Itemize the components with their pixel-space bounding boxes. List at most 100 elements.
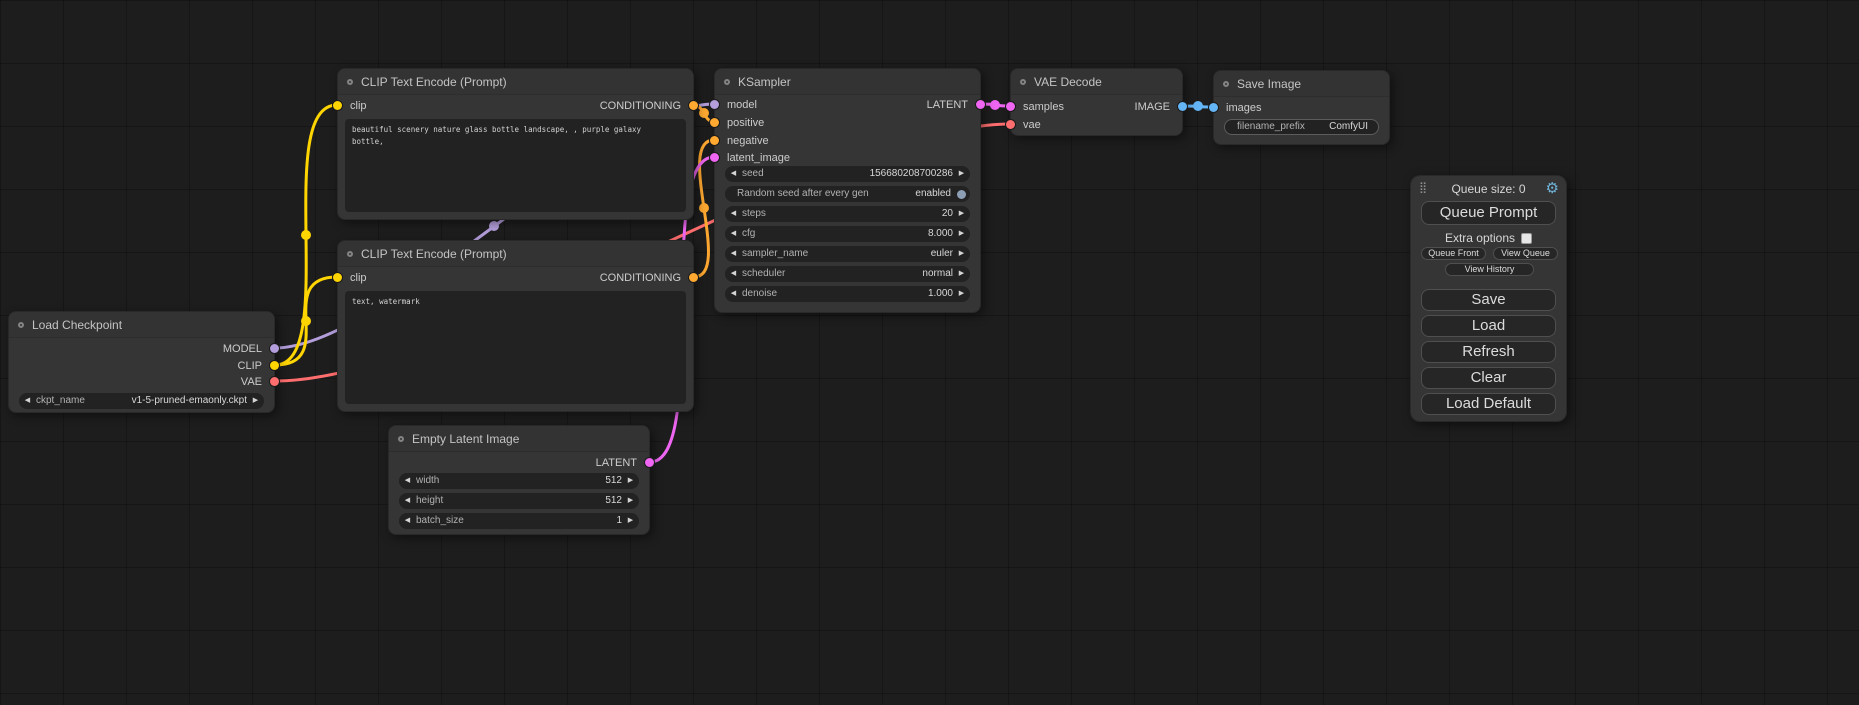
decrement-arrow-icon[interactable]: ◀ [19,393,36,409]
increment-arrow-icon[interactable]: ▶ [622,493,639,509]
node-vae-decode[interactable]: VAE Decode samples vae IMAGE [1010,68,1183,136]
collapse-dot-icon[interactable] [347,79,353,85]
load-button[interactable]: Load [1421,315,1556,337]
input-label: vae [1023,119,1041,131]
collapse-dot-icon[interactable] [1020,79,1026,85]
decrement-arrow-icon[interactable]: ◀ [725,266,742,282]
increment-arrow-icon[interactable]: ▶ [953,266,970,282]
conditioning-output-port[interactable] [689,273,698,282]
collapse-dot-icon[interactable] [18,322,24,328]
node-save-image[interactable]: Save Image images filename_prefix ComfyU… [1213,70,1390,145]
latent-output-port[interactable] [976,100,985,109]
cfg-widget[interactable]: ◀ cfg 8.000 ▶ [725,226,970,242]
increment-arrow-icon[interactable]: ▶ [247,393,264,409]
height-widget[interactable]: ◀ height 512 ▶ [399,493,639,509]
node-title-bar[interactable]: Load Checkpoint [9,312,274,338]
settings-gear-icon[interactable]: ⚙ [1546,179,1559,197]
node-title-bar[interactable]: Save Image [1214,71,1389,97]
input-label: images [1226,102,1261,114]
vae-input-port[interactable] [1006,120,1015,129]
output-label: CONDITIONING [600,100,681,112]
decrement-arrow-icon[interactable]: ◀ [725,246,742,262]
widget-value: 8.000 [928,226,953,242]
node-clip-text-encode-negative[interactable]: CLIP Text Encode (Prompt) clip CONDITION… [337,240,694,412]
latent-image-input-port[interactable] [710,153,719,162]
prompt-textarea[interactable]: text, watermark [345,291,686,404]
decrement-arrow-icon[interactable]: ◀ [725,226,742,242]
model-input-port[interactable] [710,100,719,109]
input-label: model [727,99,757,111]
clip-output-port[interactable] [270,361,279,370]
collapse-dot-icon[interactable] [347,251,353,257]
node-title-bar[interactable]: CLIP Text Encode (Prompt) [338,241,693,267]
node-title-bar[interactable]: KSampler [715,69,980,95]
steps-widget[interactable]: ◀ steps 20 ▶ [725,206,970,222]
increment-arrow-icon[interactable]: ▶ [953,166,970,182]
seed-widget[interactable]: ◀ seed 156680208700286 ▶ [725,166,970,182]
node-clip-text-encode-positive[interactable]: CLIP Text Encode (Prompt) clip CONDITION… [337,68,694,220]
node-title: Load Checkpoint [32,318,122,332]
negative-input-port[interactable] [710,136,719,145]
view-queue-button[interactable]: View Queue [1493,247,1558,260]
save-button[interactable]: Save [1421,289,1556,311]
denoise-widget[interactable]: ◀ denoise 1.000 ▶ [725,286,970,302]
clear-button[interactable]: Clear [1421,367,1556,389]
latent-output-port[interactable] [645,458,654,467]
image-output-port[interactable] [1178,102,1187,111]
widget-value: normal [922,266,953,282]
scheduler-widget[interactable]: ◀ scheduler normal ▶ [725,266,970,282]
increment-arrow-icon[interactable]: ▶ [622,513,639,529]
collapse-dot-icon[interactable] [398,436,404,442]
extra-options-label: Extra options [1445,231,1515,245]
node-load-checkpoint[interactable]: Load Checkpoint MODEL CLIP VAE ◀ ckpt_na… [8,311,275,413]
width-widget[interactable]: ◀ width 512 ▶ [399,473,639,489]
increment-arrow-icon[interactable]: ▶ [953,226,970,242]
load-default-button[interactable]: Load Default [1421,393,1556,415]
node-title-bar[interactable]: CLIP Text Encode (Prompt) [338,69,693,95]
decrement-arrow-icon[interactable]: ◀ [399,473,416,489]
widget-value: euler [931,246,953,262]
node-title-bar[interactable]: VAE Decode [1011,69,1182,95]
node-ksampler[interactable]: KSampler model positive negative latent_… [714,68,981,313]
images-input-port[interactable] [1209,103,1218,112]
node-graph-canvas[interactable]: Load Checkpoint MODEL CLIP VAE ◀ ckpt_na… [0,0,1859,705]
widget-value: 512 [605,473,622,489]
increment-arrow-icon[interactable]: ▶ [622,473,639,489]
ckpt-name-widget[interactable]: ◀ ckpt_name v1-5-pruned-emaonly.ckpt ▶ [19,393,264,409]
decrement-arrow-icon[interactable]: ◀ [725,286,742,302]
link-midpoint-dot [990,100,1000,110]
queue-size-label: Queue size: 0 [1411,182,1566,196]
queue-front-button[interactable]: Queue Front [1421,247,1486,260]
vae-output-port[interactable] [270,377,279,386]
node-title-bar[interactable]: Empty Latent Image [389,426,649,452]
prompt-textarea[interactable]: beautiful scenery nature glass bottle la… [345,119,686,212]
widget-value: 20 [942,206,953,222]
node-title: KSampler [738,75,791,89]
refresh-button[interactable]: Refresh [1421,341,1556,363]
view-history-button[interactable]: View History [1445,263,1534,276]
clip-input-port[interactable] [333,273,342,282]
node-empty-latent-image[interactable]: Empty Latent Image LATENT ◀ width 512 ▶ … [388,425,650,535]
increment-arrow-icon[interactable]: ▶ [953,246,970,262]
collapse-dot-icon[interactable] [724,79,730,85]
queue-prompt-button[interactable]: Queue Prompt [1421,201,1556,225]
filename-prefix-widget[interactable]: filename_prefix ComfyUI [1224,119,1379,135]
decrement-arrow-icon[interactable]: ◀ [725,166,742,182]
random-seed-toggle-widget[interactable]: Random seed after every gen enabled [725,186,970,202]
collapse-dot-icon[interactable] [1223,81,1229,87]
decrement-arrow-icon[interactable]: ◀ [399,513,416,529]
sampler-name-widget[interactable]: ◀ sampler_name euler ▶ [725,246,970,262]
samples-input-port[interactable] [1006,102,1015,111]
increment-arrow-icon[interactable]: ▶ [953,206,970,222]
conditioning-output-port[interactable] [689,101,698,110]
batch-size-widget[interactable]: ◀ batch_size 1 ▶ [399,513,639,529]
increment-arrow-icon[interactable]: ▶ [953,286,970,302]
toggle-indicator-icon[interactable] [957,190,966,199]
decrement-arrow-icon[interactable]: ◀ [399,493,416,509]
extra-options-checkbox[interactable] [1521,233,1532,244]
decrement-arrow-icon[interactable]: ◀ [725,206,742,222]
positive-input-port[interactable] [710,118,719,127]
model-output-port[interactable] [270,344,279,353]
widget-value: 156680208700286 [870,166,953,182]
clip-input-port[interactable] [333,101,342,110]
